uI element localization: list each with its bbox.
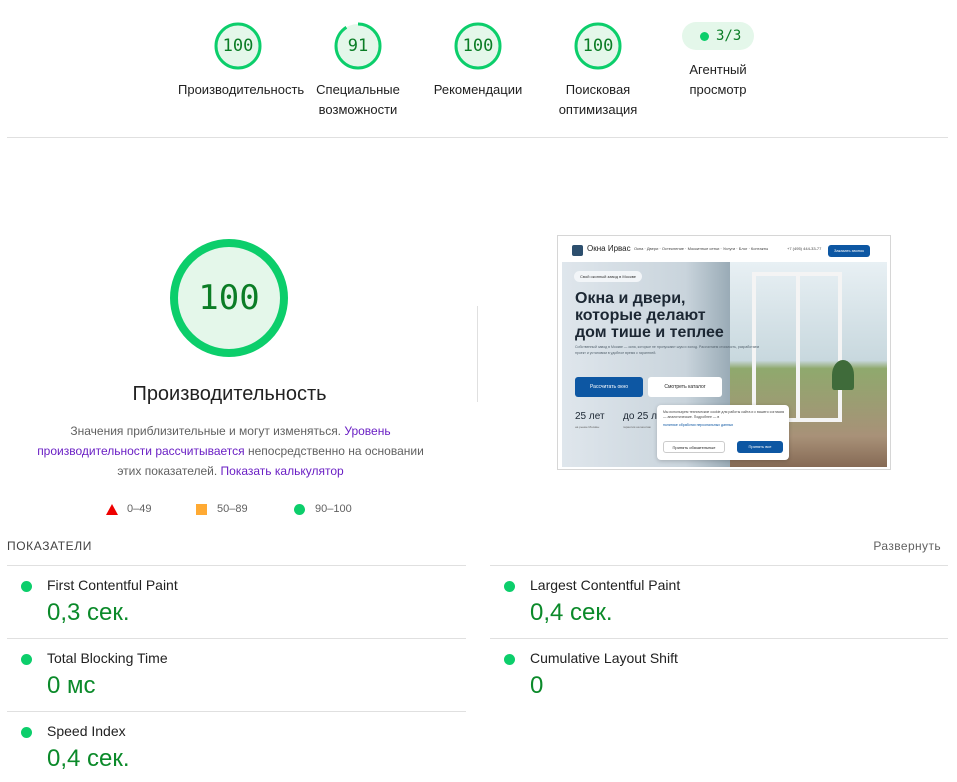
metric-name: First Contentful Paint: [47, 577, 178, 593]
metrics-header: ПОКАЗАТЕЛИ Развернуть: [7, 539, 941, 555]
legend-range: 0–49: [127, 503, 152, 515]
metric-name: Cumulative Layout Shift: [530, 650, 678, 666]
pass-dot-icon: [21, 727, 32, 738]
site-logo-icon: [572, 245, 583, 256]
legend-range: 50–89: [217, 503, 248, 515]
triangle-icon: [106, 503, 118, 515]
score-ring: 100: [574, 22, 622, 70]
pass-dot-icon: [21, 654, 32, 665]
site-headline: Окна и двери, которые делают дом тише и …: [575, 290, 724, 341]
score-ring: 100: [454, 22, 502, 70]
metric-value: 0: [530, 672, 544, 699]
agent-score: 3/3: [716, 28, 742, 44]
metric-name: Largest Contentful Paint: [530, 577, 681, 593]
circle-icon: [294, 503, 305, 515]
site-nav: Окна Ирвас Окна · Двери · Остекление · М…: [562, 240, 887, 262]
gauge-accessibility[interactable]: 91 Специальные возможности: [298, 22, 418, 120]
divider: [7, 638, 466, 639]
final-screenshot[interactable]: Окна Ирвас Окна · Двери · Остекление · М…: [557, 235, 891, 470]
score-ring: 91: [334, 22, 382, 70]
score-ring: 100: [214, 22, 262, 70]
legend-fail: 0–49: [106, 500, 151, 518]
plant-icon: [832, 360, 854, 390]
gauge-label: Специальные возможности: [316, 82, 400, 117]
gauge-best-practices[interactable]: 100 Рекомендации: [418, 22, 538, 100]
site-badge: Свой оконный завод в Москве: [574, 271, 643, 282]
cookie-accept-required: Принять обязательные: [663, 441, 725, 453]
site-brand: Окна Ирвас: [587, 244, 631, 253]
metric-tbt: Total Blocking Time 0 мс: [7, 640, 447, 700]
score-value: 100: [222, 36, 254, 56]
window-frame: [752, 272, 842, 422]
site-secondary-button: Смотреть каталог: [648, 377, 722, 397]
gauge-performance[interactable]: 100 Производительность: [178, 22, 305, 100]
cookie-accept-all: Принять все: [737, 441, 783, 453]
gauge-seo[interactable]: 100 Поисковая оптимизация: [538, 22, 658, 120]
legend-range: 90–100: [315, 503, 352, 515]
category-scores: 100 Производительность 91 Специальные во…: [0, 22, 957, 122]
performance-score: 100: [198, 278, 260, 318]
performance-title: Производительность: [132, 383, 327, 405]
site-stat: до 25 л гарантия на монтаж: [623, 411, 657, 429]
metric-value: 0,4 сек.: [530, 599, 613, 626]
site-menu: Окна · Двери · Остекление · Москитные се…: [634, 246, 769, 251]
metric-fcp: First Contentful Paint 0,3 сек.: [7, 567, 447, 627]
metric-name: Speed Index: [47, 723, 126, 739]
site-cookie-banner: Мы используем технические cookie для раб…: [657, 405, 789, 460]
legend-pass: 90–100: [294, 500, 352, 518]
performance-description: Значения приблизительные и могут изменят…: [28, 421, 433, 481]
divider: [490, 565, 948, 566]
score-value: 91: [347, 36, 369, 56]
metric-value: 0,4 сек.: [47, 745, 130, 772]
metric-value: 0,3 сек.: [47, 599, 130, 626]
performance-gauge: 100: [169, 238, 289, 358]
metric-name: Total Blocking Time: [47, 650, 168, 666]
pass-dot-icon: [21, 581, 32, 592]
site-phone: +7 (495) 444-33-77: [787, 246, 822, 251]
pass-dot-icon: [504, 581, 515, 592]
site-primary-button: Рассчитать окно: [575, 377, 643, 397]
metric-cls: Cumulative Layout Shift 0: [490, 640, 930, 700]
gauge-label: Агентный просмотр: [689, 62, 747, 97]
score-value: 100: [582, 36, 614, 56]
pass-dot-icon: [700, 32, 709, 41]
show-calculator-link[interactable]: Показать калькулятор: [221, 464, 344, 478]
cookie-link: политике обработки персональных данных: [663, 423, 734, 427]
square-icon: [196, 503, 207, 515]
desc-prefix: Значения приблизительные и могут изменят…: [70, 424, 342, 438]
gauge-label: Производительность: [178, 82, 305, 97]
cookie-text: Мы используем технические cookie для раб…: [663, 410, 785, 419]
site-call-button: Заказать звонок: [828, 245, 870, 257]
vertical-divider: [477, 306, 478, 402]
agent-score-pill: 3/3: [682, 22, 754, 50]
screenshot-image: Окна Ирвас Окна · Двери · Остекление · М…: [562, 240, 887, 467]
metric-value: 0 мс: [47, 672, 96, 699]
site-paragraph: Собственный завод в Москве — окна, котор…: [575, 345, 760, 355]
metric-speed-index: Speed Index 0,4 сек.: [7, 713, 447, 773]
metric-lcp: Largest Contentful Paint 0,4 сек.: [490, 567, 930, 627]
metrics-title: ПОКАЗАТЕЛИ: [7, 539, 92, 553]
score-value: 100: [462, 36, 494, 56]
divider: [490, 638, 948, 639]
divider: [7, 711, 466, 712]
gauge-label: Рекомендации: [433, 82, 523, 97]
gauge-agentic-browsing[interactable]: 3/3 Агентный просмотр: [658, 12, 778, 100]
site-stat: 25 лет на рынке Москвы: [575, 411, 605, 429]
pass-dot-icon: [504, 654, 515, 665]
expand-button[interactable]: Развернуть: [873, 539, 941, 553]
legend-average: 50–89: [196, 500, 248, 518]
gauge-label: Поисковая оптимизация: [558, 82, 638, 117]
divider: [7, 137, 948, 138]
divider: [7, 565, 466, 566]
